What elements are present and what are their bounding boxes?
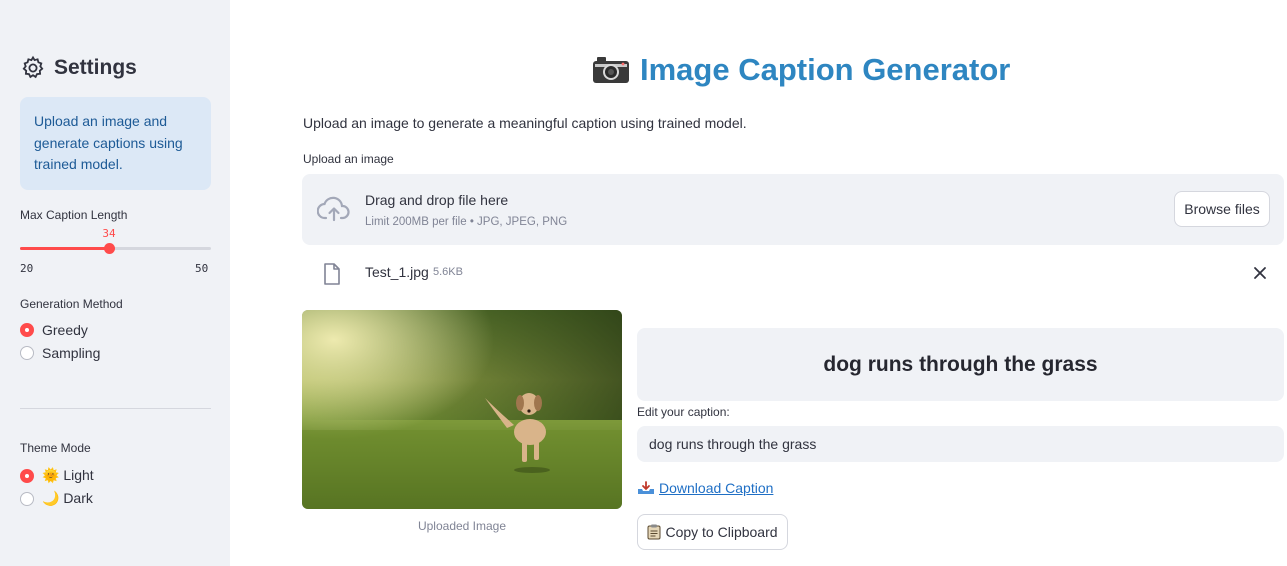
sidebar-title-text: Settings xyxy=(54,56,137,79)
upload-label: Upload an image xyxy=(303,152,394,166)
slider-fill xyxy=(20,247,109,250)
file-size: 5.6KB xyxy=(433,266,463,278)
sidebar-divider xyxy=(20,408,211,409)
download-caption-text[interactable]: Download Caption xyxy=(659,480,773,496)
copy-to-clipboard-button[interactable]: Copy to Clipboard xyxy=(637,514,788,550)
inbox-tray-icon xyxy=(638,481,654,494)
edit-caption-input[interactable] xyxy=(637,426,1284,462)
clipboard-icon xyxy=(647,524,661,540)
radio-greedy[interactable]: Greedy xyxy=(20,322,88,338)
radio-sampling[interactable]: Sampling xyxy=(20,345,100,361)
slider-thumb[interactable] xyxy=(104,243,115,254)
image-caption-label: Uploaded Image xyxy=(417,519,507,533)
sidebar-title: Settings xyxy=(20,55,137,81)
generation-method-label: Generation Method xyxy=(20,297,123,311)
info-box: Upload an image and generate captions us… xyxy=(20,97,211,190)
max-caption-length-slider[interactable]: 34 xyxy=(20,227,211,260)
slider-max: 50 xyxy=(195,262,209,275)
radio-light[interactable]: 🌞 Light xyxy=(20,467,94,484)
radio-label: 🌞 Light xyxy=(42,467,94,483)
radio-label: 🌙 Dark xyxy=(42,490,93,506)
slider-value: 34 xyxy=(102,227,116,240)
max-caption-length-label: Max Caption Length xyxy=(20,208,128,222)
sidebar: Settings Upload an image and generate ca… xyxy=(0,0,230,566)
app: Settings Upload an image and generate ca… xyxy=(0,0,1287,566)
radio-dot xyxy=(20,346,34,360)
theme-mode-label: Theme Mode xyxy=(20,441,91,455)
dropzone-instructions: Drag and drop file here xyxy=(365,192,509,208)
file-name: Test_1.jpg xyxy=(365,264,429,280)
slider-min: 20 xyxy=(20,262,34,275)
page-title: Image Caption Generator xyxy=(592,52,1010,88)
uploaded-image xyxy=(302,310,622,509)
file-icon xyxy=(324,263,340,285)
radio-dot xyxy=(20,491,34,506)
close-icon[interactable] xyxy=(1252,265,1268,281)
radio-label: Sampling xyxy=(42,345,101,361)
radio-dot-selected xyxy=(20,468,34,483)
file-dropzone[interactable]: Drag and drop file here Limit 200MB per … xyxy=(302,174,1284,245)
page-title-text: Image Caption Generator xyxy=(640,52,1011,87)
generated-caption: dog runs through the grass xyxy=(637,328,1284,401)
copy-button-label: Copy to Clipboard xyxy=(665,524,778,540)
dog-photo xyxy=(302,310,622,509)
edit-caption-label: Edit your caption: xyxy=(637,405,730,419)
download-caption-link[interactable]: Download Caption xyxy=(637,480,773,496)
dropzone-limit: Limit 200MB per file • JPG, JPEG, PNG xyxy=(365,216,568,228)
camera-icon xyxy=(593,57,629,83)
radio-label: Greedy xyxy=(42,322,88,338)
radio-dark[interactable]: 🌙 Dark xyxy=(20,490,93,507)
gear-icon xyxy=(22,55,44,79)
cloud-upload-icon xyxy=(317,196,350,222)
radio-dot-selected xyxy=(20,323,34,337)
page-subtitle: Upload an image to generate a meaningful… xyxy=(303,115,747,131)
browse-files-button[interactable]: Browse files xyxy=(1174,191,1270,227)
